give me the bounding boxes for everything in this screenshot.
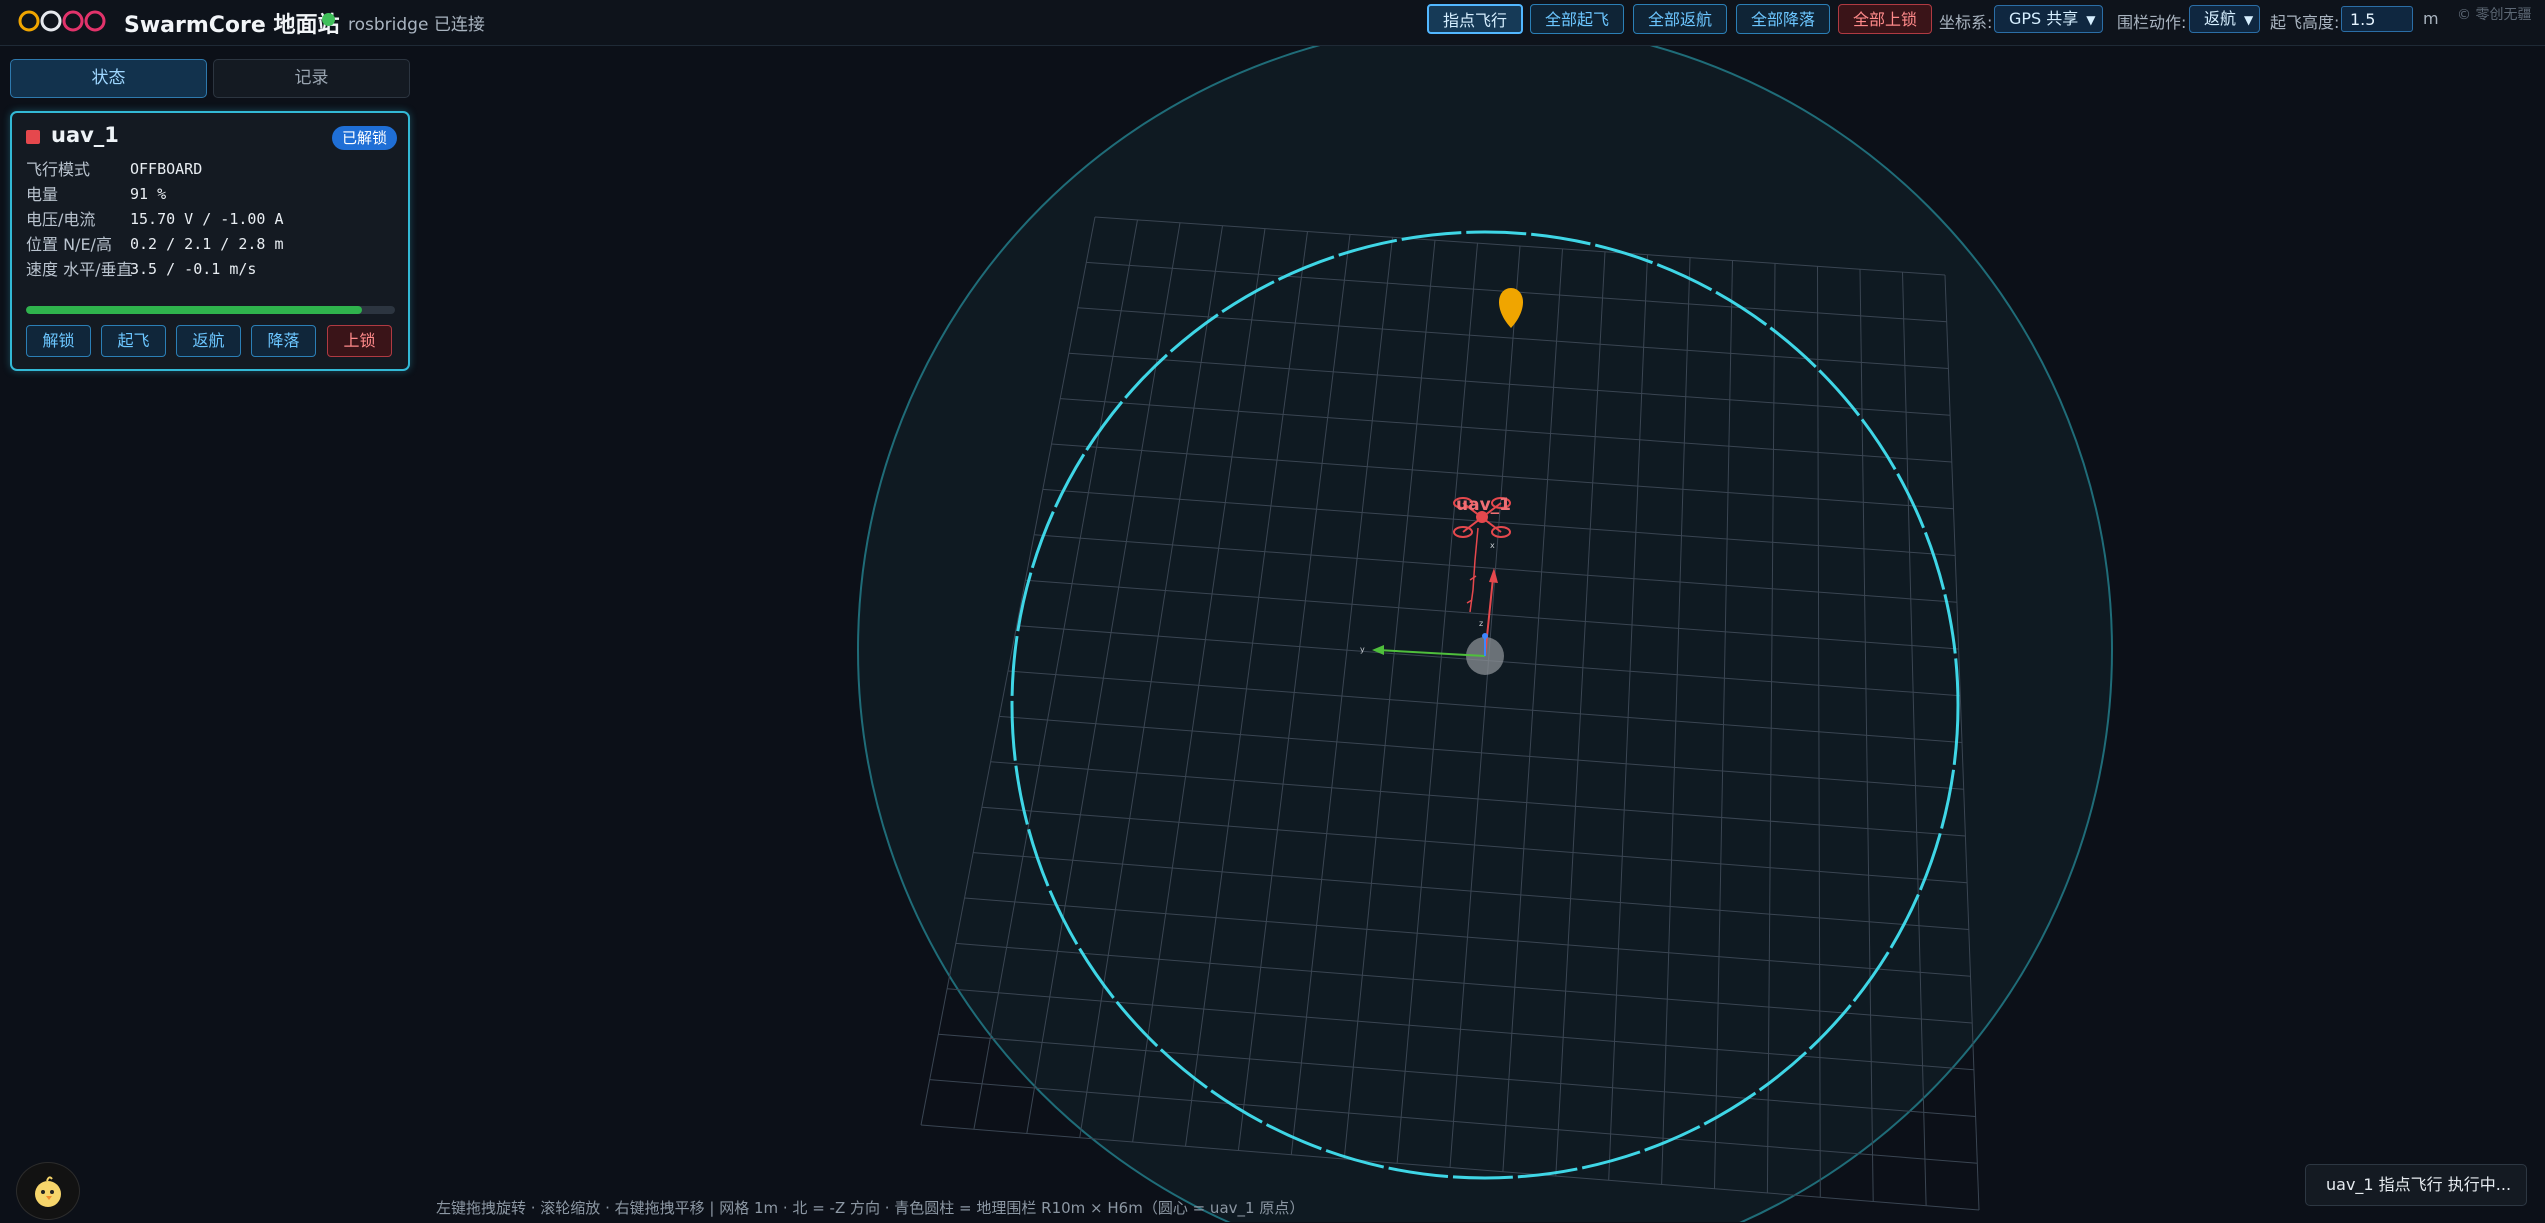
all-land-button[interactable]: 全部降落 — [1736, 4, 1831, 34]
fence-action-value: 返航 — [2204, 9, 2237, 28]
3d-viewport[interactable]: y x z uav_1 — [0, 46, 2545, 1222]
copyright-note: © 零创无疆 — [2457, 7, 2532, 23]
avatar-chick-icon — [35, 1176, 61, 1207]
brand-logo-icon — [18, 10, 106, 32]
chevron-down-icon: ▼ — [2244, 13, 2254, 27]
coord-system-label: 坐标系: — [1939, 13, 1993, 32]
takeoff-height-unit: m — [2423, 9, 2439, 28]
top-bar: SwarmCore 地面站 rosbridge 已连接 指点飞行 全部起飞 全部… — [0, 0, 2545, 46]
status-toast: uav_1 指点飞行 执行中... — [2305, 1164, 2527, 1206]
point-flight-button[interactable]: 指点飞行 — [1427, 4, 1524, 34]
all-takeoff-button[interactable]: 全部起飞 — [1530, 4, 1625, 34]
x-axis-label: x — [1490, 541, 1495, 550]
z-axis-label: z — [1479, 619, 1483, 628]
takeoff-height-label: 起飞高度: — [2270, 13, 2340, 32]
all-disarm-button[interactable]: 全部上锁 — [1838, 4, 1933, 34]
fence-action-label: 围栏动作: — [2117, 13, 2187, 32]
connection-status-dot — [322, 13, 335, 26]
takeoff-height-input[interactable] — [2341, 6, 2413, 32]
z-axis-tip-icon — [1482, 633, 1488, 639]
connection-status-text: rosbridge 已连接 — [348, 15, 485, 35]
avatar[interactable] — [16, 1162, 80, 1220]
coord-system-select[interactable]: GPS 共享 ▼ — [1994, 5, 2103, 33]
fence-action-select[interactable]: 返航 ▼ — [2189, 5, 2261, 33]
viewport-hint: 左键拖拽旋转 · 滚轮缩放 · 右键拖拽平移 | 网格 1m · 北 = -Z … — [436, 1199, 1305, 1217]
y-axis-label: y — [1360, 645, 1365, 654]
app-title: SwarmCore 地面站 — [124, 13, 340, 38]
chevron-down-icon: ▼ — [2086, 13, 2096, 27]
coord-system-value: GPS 共享 — [2009, 9, 2079, 28]
all-return-button[interactable]: 全部返航 — [1633, 4, 1728, 34]
drone-label: uav_1 — [1456, 495, 1511, 515]
